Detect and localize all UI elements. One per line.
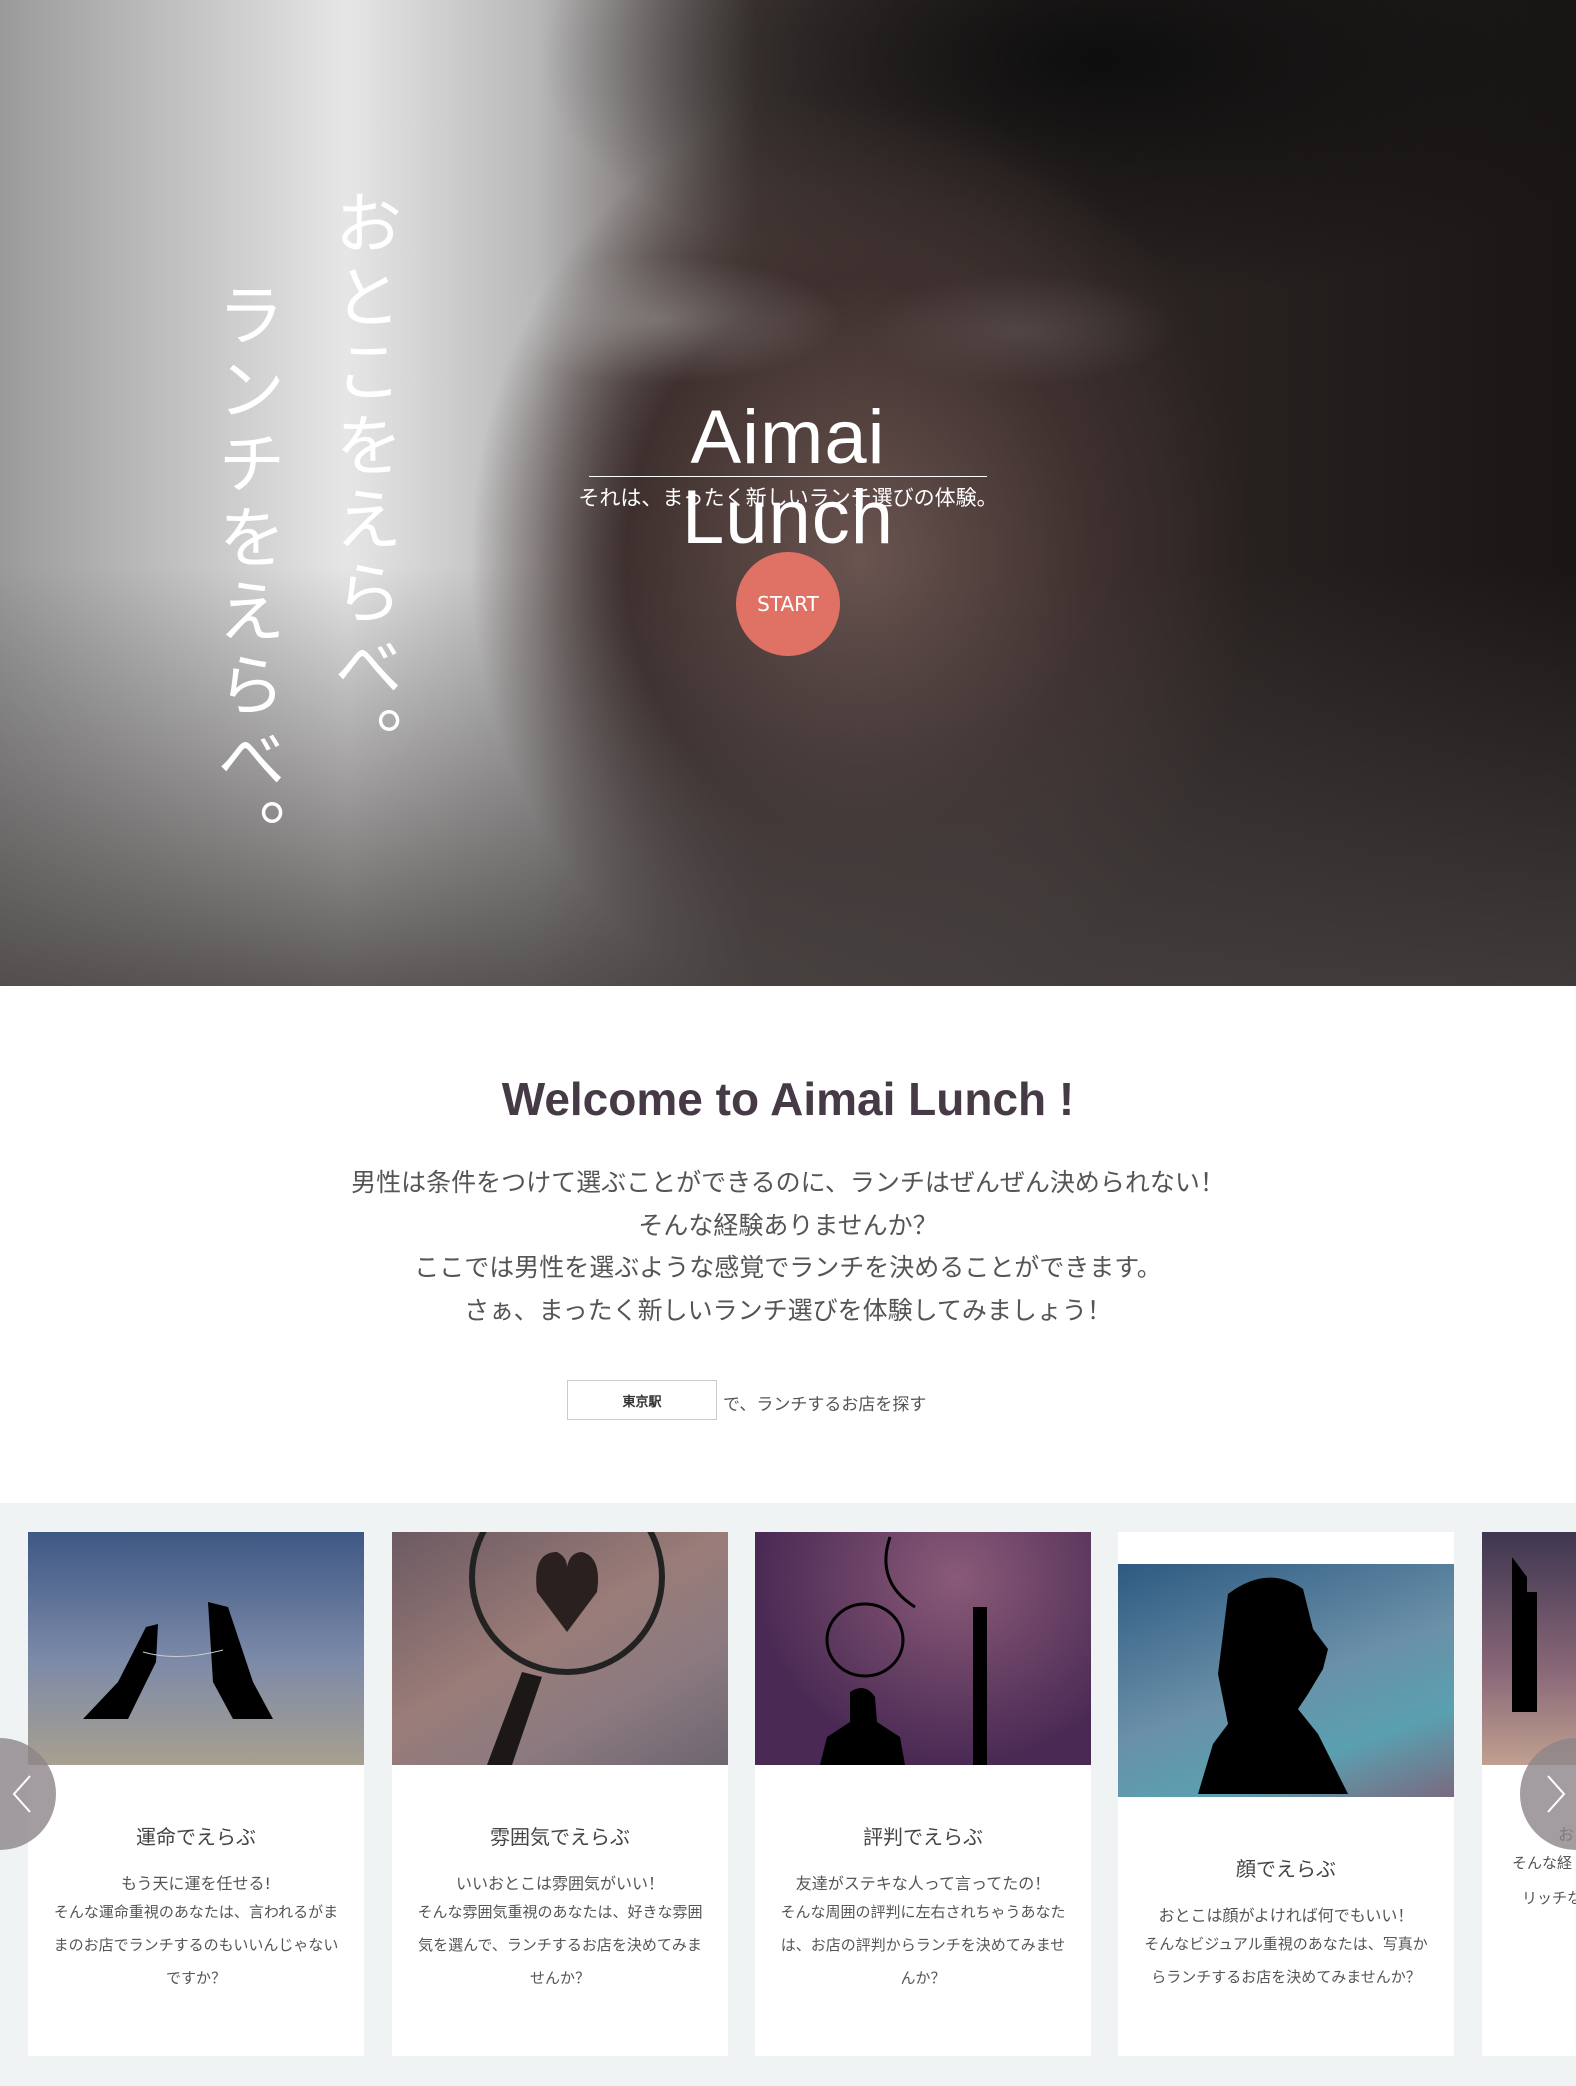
hands-icon bbox=[28, 1532, 364, 1765]
intro-line: ここでは男性を選ぶような感覚でランチを決めることができます。 bbox=[414, 1253, 1162, 1282]
hero-vertical-line-2: ランチをえらべ。 bbox=[205, 280, 284, 872]
face-silhouette-icon bbox=[1118, 1564, 1454, 1797]
building-icon bbox=[1482, 1532, 1576, 1765]
logo-underline bbox=[589, 476, 987, 477]
welcome-prefix: Welcome to bbox=[501, 1073, 771, 1125]
magnifier-heart-icon bbox=[392, 1532, 728, 1765]
intro-line: そんな経験ありませんか？ bbox=[638, 1210, 938, 1240]
card-desc: そんな経 bbox=[1512, 1854, 1573, 1872]
card-desc: リッチな bbox=[1522, 1889, 1576, 1907]
card-fate[interactable]: 運命でえらぶ もう天に運を任せる! そんな運命重視のあなたは、言われるがままのお… bbox=[28, 1532, 364, 2056]
station-input[interactable] bbox=[567, 1380, 717, 1420]
start-button[interactable]: START bbox=[736, 552, 840, 656]
card-title: 顔でえらぶ bbox=[1236, 1857, 1336, 1881]
welcome-title: Welcome to Aimai Lunch ! bbox=[0, 1072, 1576, 1126]
card-desc: そんなビジュアル重視のあなたは、写真からランチするお店を決めてみませんか？ bbox=[1144, 1935, 1428, 1986]
card-lead: いいおとこは雰囲気がいい！ bbox=[455, 1874, 664, 1893]
card-reputation[interactable]: 評判でえらぶ 友達がステキな人って言ってたの！ そんな周囲の評判に左右されちゃう… bbox=[755, 1532, 1091, 2056]
card-atmosphere[interactable]: 雰囲気でえらぶ いいおとこは雰囲気がいい！ そんな雰囲気重視のあなたは、好きな雰… bbox=[392, 1532, 728, 2056]
card-title: 運命でえらぶ bbox=[136, 1825, 256, 1849]
card-desc: そんな雰囲気重視のあなたは、好きな雰囲気を選んで、ランチするお店を決めてみません… bbox=[417, 1903, 703, 1987]
hero: おとこをえらべ。 ランチをえらべ。 Aimai Lunch それは、まったく新し… bbox=[0, 0, 1576, 986]
card-lead: 友達がステキな人って言ってたの！ bbox=[795, 1874, 1051, 1893]
search-suffix: で、ランチするお店を探す bbox=[723, 1395, 927, 1415]
intro-line: 男性は条件をつけて選ぶことができるのに、ランチはぜんぜん決められない！ bbox=[351, 1168, 1225, 1197]
card-title: 評判でえらぶ bbox=[863, 1825, 983, 1849]
card-desc: そんな運命重視のあなたは、言われるがままのお店でランチするのもいいんじゃないです… bbox=[53, 1903, 339, 1987]
tagline: それは、まったく新しいランチ選びの体験。 bbox=[578, 486, 998, 510]
chevron-right-icon bbox=[1547, 1775, 1566, 1813]
welcome-brand: Aimai Lunch ! bbox=[770, 1073, 1075, 1125]
intro-text: 男性は条件をつけて選ぶことができるのに、ランチはぜんぜん決められない！ そんな経… bbox=[0, 1162, 1576, 1332]
hero-vertical-line-1: おとこをえらべ。 bbox=[322, 188, 401, 780]
card-desc: そんな周囲の評判に左右されちゃうあなたは、お店の評判からランチを決めてみませんか… bbox=[780, 1903, 1066, 1987]
intro-line: さぁ、まったく新しいランチ選びを体験してみましょう！ bbox=[464, 1295, 1112, 1325]
chevron-left-icon bbox=[12, 1775, 31, 1813]
card-lead: もう天に運を任せる! bbox=[121, 1874, 271, 1893]
logo: Aimai Lunch bbox=[681, 395, 895, 560]
card-carousel: 運命でえらぶ もう天に運を任せる! そんな運命重視のあなたは、言われるがままのお… bbox=[0, 1503, 1576, 2086]
speech-bubble-icon bbox=[755, 1532, 1091, 1765]
card-title: 雰囲気でえらぶ bbox=[490, 1825, 630, 1849]
card-face[interactable]: 顔でえらぶ おとこは顔がよければ何でもいい！ そんなビジュアル重視のあなたは、写… bbox=[1118, 1532, 1454, 2056]
card-lead: おとこは顔がよければ何でもいい！ bbox=[1158, 1906, 1414, 1925]
